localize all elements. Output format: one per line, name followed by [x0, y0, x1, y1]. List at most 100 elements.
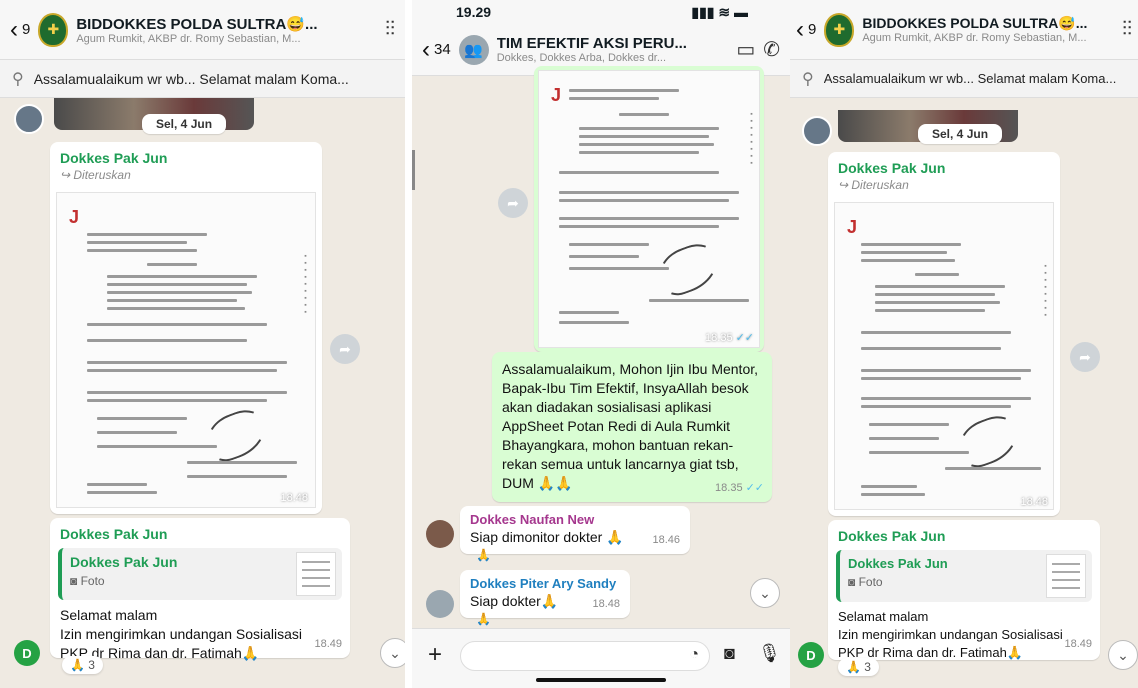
unread-count: 34 [434, 41, 451, 58]
sticker-icon[interactable]: ◔ [689, 646, 699, 664]
outgoing-image-message[interactable]: J ▪▪▪▪▪▪▪▪ 18.35 ✓✓ [534, 66, 764, 352]
reply-message[interactable]: Dokkes Pak Jun Dokkes Pak Jun ◙ Foto Sel… [828, 520, 1100, 660]
ios-status-bar: 19.29 ▮▮▮ ≋ ▬ [412, 0, 790, 24]
chat-subtitle: Dokkes, Dokkes Arba, Dokkes dr... [496, 52, 667, 64]
message-time: 18.46 [652, 534, 680, 546]
chat-title: BIDDOKKES POLDA SULTRA😅... [76, 15, 318, 33]
reaction-badge[interactable]: 🙏 [468, 610, 499, 628]
message-sender: Dokkes Piter Ary Sandy [470, 576, 617, 591]
chat-header: ‹ 9 ✚ BIDDOKKES POLDA SULTRA😅... Agum Rum… [0, 0, 405, 60]
chat-title: BIDDOKKES POLDA SULTRA😅... [862, 15, 1088, 31]
left-chat-panel: ‹ 9 ✚ BIDDOKKES POLDA SULTRA😅... Agum Rum… [0, 0, 405, 688]
scroll-down-button[interactable]: ⌄ [750, 578, 780, 608]
chat-title: TIM EFEKTIF AKSI PERU... [496, 35, 687, 52]
group-avatar[interactable]: ✚ [824, 12, 855, 47]
sender-avatar[interactable] [426, 590, 454, 618]
unread-count: 9 [808, 21, 817, 38]
forward-button[interactable]: ➦ [498, 188, 528, 218]
status-time: 19.29 [456, 4, 492, 20]
scanner-watermark: ▪▪▪▪▪▪▪▪ [1042, 263, 1049, 319]
document-image[interactable]: J ▪▪▪▪▪▪▪▪ [834, 202, 1054, 510]
sender-avatar[interactable] [802, 116, 832, 146]
message-sender: Dokkes Pak Jun [60, 150, 168, 166]
forward-button[interactable]: ➦ [330, 334, 360, 364]
pinned-message-text: Assalamualaikum wr wb... Selamat malam K… [823, 71, 1117, 86]
audio-wave-icon[interactable]: ⫶⫶ [385, 18, 395, 41]
pinned-message-bar[interactable]: ⚲ Assalamualaikum wr wb... Selamat malam… [0, 60, 405, 98]
reaction-badge[interactable]: 🙏 [468, 546, 499, 564]
chat-title-block[interactable]: BIDDOKKES POLDA SULTRA😅... Agum Rumkit, … [76, 15, 377, 45]
camera-icon: ◙ [70, 574, 81, 588]
message-time: 18.49 [1064, 638, 1092, 650]
signature [201, 404, 273, 466]
back-button[interactable]: ‹ 34 [422, 35, 451, 63]
group-avatar[interactable]: 👥 [458, 34, 489, 65]
sender-avatar[interactable] [14, 104, 44, 134]
forward-button[interactable]: ➦ [1070, 342, 1100, 372]
chat-subtitle: Agum Rumkit, AKBP dr. Romy Sebastian, M.… [76, 32, 301, 45]
chevron-left-icon: ‹ [796, 15, 804, 43]
quoted-thumbnail [1046, 554, 1086, 598]
forwarded-image-message[interactable]: Dokkes Pak Jun ↪ Diteruskan J ▪▪▪▪▪▪▪▪▪ … [50, 142, 322, 514]
message-sender: Dokkes Pak Jun [838, 160, 946, 176]
pinned-message-text: Assalamualaikum wr wb... Selamat malam K… [33, 70, 349, 87]
chevron-left-icon: ‹ [422, 35, 430, 63]
message-sender: Dokkes Pak Jun [60, 526, 168, 542]
message-time: 18.48 [280, 492, 308, 504]
quoted-sender: Dokkes Pak Jun [70, 554, 178, 570]
unread-count: 9 [22, 21, 31, 38]
reply-message[interactable]: Dokkes Pak Jun Dokkes Pak Jun ◙ Foto Sel… [50, 518, 350, 661]
signature [953, 410, 1025, 472]
scroll-down-button[interactable]: ⌄ [1108, 640, 1138, 670]
double-check-icon: ✓✓ [745, 482, 764, 494]
stamp-logo: J [847, 217, 858, 237]
attach-plus-icon[interactable]: + [428, 641, 442, 669]
forwarded-label: ↪ Diteruskan [60, 168, 131, 182]
message-composer: + ◔ ◙ 🎙 [412, 628, 790, 688]
chat-title-block[interactable]: TIM EFEKTIF AKSI PERU... Dokkes, Dokkes … [497, 35, 729, 64]
status-icons: ▮▮▮ ≋ ▬ [691, 3, 748, 20]
chat-subtitle: Agum Rumkit, AKBP dr. Romy Sebastian, M.… [862, 32, 1087, 44]
quoted-message[interactable]: Dokkes Pak Jun ◙ Foto [836, 550, 1092, 602]
scanner-watermark: ▪▪▪▪▪▪▪▪▪ [302, 253, 309, 316]
chevron-left-icon: ‹ [10, 15, 18, 43]
stamp-logo: J [69, 207, 80, 227]
forwarded-image-message[interactable]: Dokkes Pak Jun ↪ Diteruskan J ▪▪▪▪▪▪▪▪ 1… [828, 152, 1060, 516]
scroll-down-button[interactable]: ⌄ [380, 638, 405, 668]
stamp-logo: J [551, 85, 562, 105]
scrollbar[interactable] [412, 150, 415, 190]
right-chat-panel: ‹ 9 ✚ BIDDOKKES POLDA SULTRA😅... Agum Rum… [790, 0, 1138, 688]
group-avatar[interactable]: ✚ [38, 12, 69, 47]
signature [653, 238, 725, 300]
message-time: 18.49 [314, 638, 342, 650]
sender-avatar[interactable] [426, 520, 454, 548]
message-input[interactable]: ◔ [460, 641, 710, 671]
chevron-down-icon: ⌄ [389, 644, 401, 661]
back-button[interactable]: ‹ 9 [10, 15, 31, 43]
pin-icon: ⚲ [802, 70, 814, 88]
microphone-icon[interactable]: 🎙 [758, 643, 781, 664]
share-arrow-icon: ➦ [1079, 348, 1091, 365]
home-indicator [536, 678, 666, 682]
sender-avatar-letter[interactable]: D [14, 640, 40, 666]
camera-icon[interactable]: ◙ [724, 643, 735, 664]
message-body: Selamat malam Izin mengirimkan undangan … [60, 607, 303, 661]
message-time: 18.35 ✓✓ [715, 482, 764, 494]
sender-avatar-letter[interactable]: D [798, 642, 824, 668]
document-image[interactable]: J ▪▪▪▪▪▪▪▪▪ [56, 192, 316, 508]
forward-arrow-icon: ↪ [838, 178, 852, 192]
back-button[interactable]: ‹ 9 [796, 15, 817, 43]
message-time: 18.48 [592, 598, 620, 610]
video-call-icon[interactable]: ▭ [736, 37, 755, 62]
audio-wave-icon[interactable]: ⫶⫶ [1122, 18, 1132, 41]
group-icon: 👥 [464, 41, 484, 59]
quoted-type: ◙ Foto [70, 574, 105, 588]
pinned-message-bar[interactable]: ⚲ Assalamualaikum wr wb... Selamat malam… [790, 60, 1138, 98]
chat-title-block[interactable]: BIDDOKKES POLDA SULTRA😅... Agum Rumkit, … [862, 15, 1114, 44]
quoted-message[interactable]: Dokkes Pak Jun ◙ Foto [58, 548, 342, 600]
phone-icon[interactable]: ✆ [763, 37, 780, 62]
document-image[interactable]: J ▪▪▪▪▪▪▪▪ [538, 70, 760, 348]
reaction-badge[interactable]: 🙏 3 [62, 656, 103, 674]
reaction-badge[interactable]: 🙏 3 [838, 658, 879, 676]
outgoing-text-message[interactable]: Assalamualaikum, Mohon Ijin Ibu Mentor, … [492, 352, 772, 502]
